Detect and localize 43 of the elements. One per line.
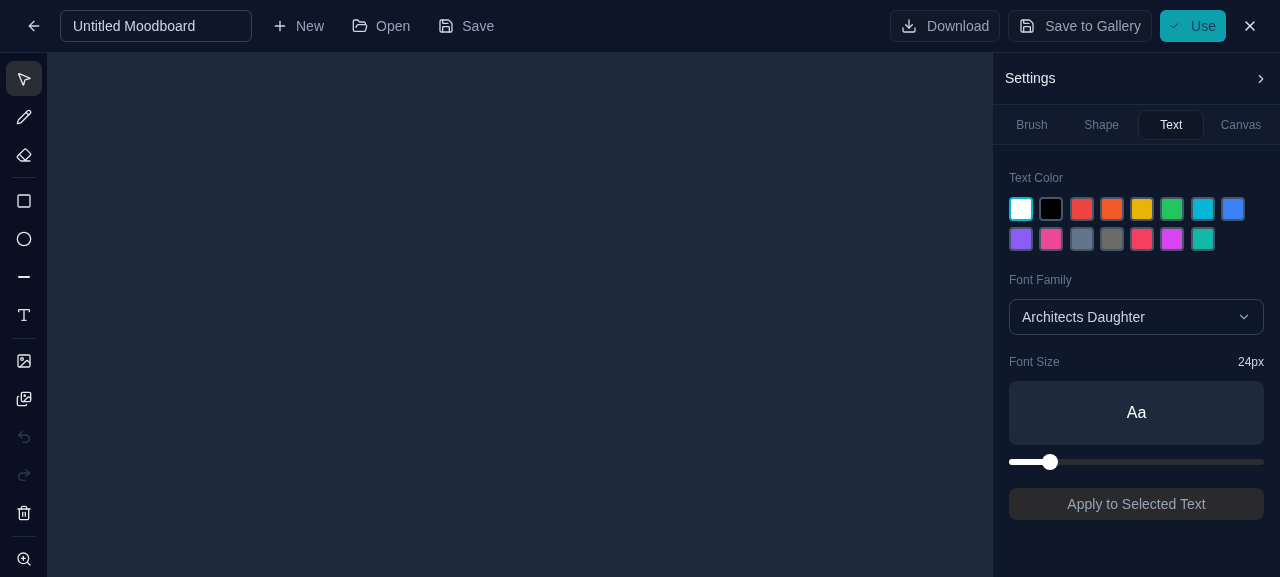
color-swatch[interactable] xyxy=(1039,197,1064,221)
tool-button[interactable] xyxy=(5,61,42,97)
color-swatch[interactable] xyxy=(1069,197,1094,221)
field-label: Font Size xyxy=(1009,354,1060,371)
toolbar-button[interactable]: New xyxy=(264,10,332,42)
save-icon xyxy=(1019,18,1036,34)
field-label: Text Color xyxy=(1009,170,1065,187)
color-swatch[interactable] xyxy=(1160,227,1185,251)
tab[interactable]: Brush xyxy=(999,109,1065,140)
font-family-select[interactable]: Architects Daughter xyxy=(1009,299,1264,335)
toolbar-button[interactable]: Save to Gallery xyxy=(1008,10,1152,42)
color-swatch[interactable] xyxy=(1190,227,1215,251)
folder-icon xyxy=(352,18,368,34)
color-swatch[interactable] xyxy=(1009,197,1033,221)
color-swatch[interactable] xyxy=(1099,197,1124,221)
title-field[interactable]: Untitled Moodboard xyxy=(60,10,252,42)
color-swatch[interactable] xyxy=(1220,197,1245,221)
preview-text: Aa xyxy=(1126,403,1147,423)
tab[interactable]: Shape xyxy=(1068,109,1135,140)
toolbar-button[interactable]: Save xyxy=(430,10,503,42)
apply-button[interactable]: Apply to Selected Text xyxy=(1009,488,1264,520)
download-icon xyxy=(901,18,917,34)
color-swatch[interactable] xyxy=(1069,227,1094,251)
toolbar-button[interactable]: Download xyxy=(890,10,1001,42)
save-icon xyxy=(438,18,455,34)
tab[interactable]: Text xyxy=(1138,109,1205,140)
font-size-slider[interactable] xyxy=(1009,454,1264,470)
use-button[interactable]: Use xyxy=(1160,10,1226,42)
color-swatch[interactable] xyxy=(1160,197,1185,221)
color-swatch[interactable] xyxy=(1130,227,1154,251)
plus-icon xyxy=(272,18,288,34)
slider-thumb[interactable] xyxy=(1041,454,1058,470)
color-swatch[interactable] xyxy=(1009,227,1033,251)
color-swatch[interactable] xyxy=(1039,227,1064,251)
color-swatch[interactable] xyxy=(1130,197,1154,221)
toolbar-button[interactable]: Open xyxy=(344,10,419,42)
color-swatch[interactable] xyxy=(1190,197,1215,221)
back-icon xyxy=(26,18,42,34)
panel-title: Settings xyxy=(1005,69,1056,88)
field-label: Font Family xyxy=(1009,272,1073,289)
color-swatch[interactable] xyxy=(1099,227,1124,251)
font-size-value: 24px xyxy=(1237,354,1264,371)
tab[interactable]: Canvas xyxy=(1207,109,1274,140)
